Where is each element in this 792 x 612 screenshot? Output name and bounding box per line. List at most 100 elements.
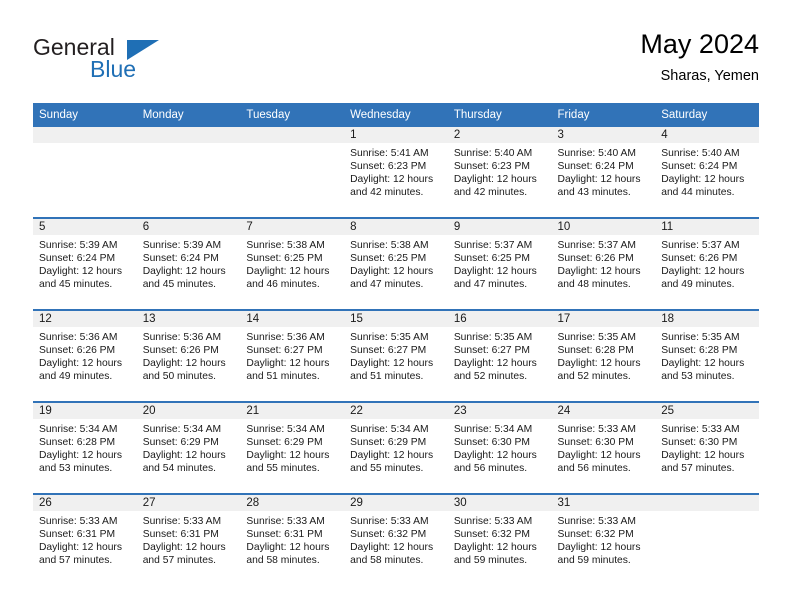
- day-cell-inner: 13 Sunrise: 5:36 AM Sunset: 6:26 PM Dayligh…: [136, 311, 241, 401]
- sunset-text: Sunset: 6:24 PM: [39, 253, 116, 265]
- day-cell-inner: 9 Sunrise: 5:37 AM Sunset: 6:25 PM Daylight…: [447, 219, 552, 309]
- day-number: [655, 495, 759, 511]
- sunset-text: Sunset: 6:24 PM: [142, 253, 219, 265]
- day-cell-details: Sunrise: 5:40 AM Sunset: 6:24 PM Daylight:…: [655, 143, 759, 199]
- day-number: 17: [551, 311, 656, 327]
- day-cell-details: Sunrise: 5:34 AM Sunset: 6:28 PM Daylight:…: [33, 419, 137, 475]
- day-number: 10: [551, 219, 656, 235]
- day-cell-details: Sunrise: 5:33 AM Sunset: 6:30 PM Daylight:…: [655, 419, 759, 475]
- day-cell-details: Sunrise: 5:33 AM Sunset: 6:31 PM Daylight:…: [240, 511, 344, 567]
- calendar-header-row: Sunday Monday Tuesday Wednesday Thursday Frid…: [33, 103, 759, 127]
- calendar-day-cell[interactable]: 28 Sunrise: 5:33 AM Sunset: 6:31 PM Dayligh…: [240, 493, 345, 585]
- general-blue-logo[interactable]: General Blue: [33, 34, 213, 90]
- day-number: 3: [551, 127, 656, 143]
- day-cell-inner: 16 Sunrise: 5:35 AM Sunset: 6:27 PM Dayligh…: [447, 311, 552, 401]
- calendar-day-cell[interactable]: 19 Sunrise: 5:34 AM Sunset: 6:28 PM Dayligh…: [33, 401, 137, 494]
- day-cell-inner: 18 Sunrise: 5:35 AM Sunset: 6:28 PM Dayligh…: [655, 311, 759, 401]
- sunrise-text: Sunrise: 5:39 AM: [39, 240, 118, 251]
- calendar-day-cell[interactable]: 13 Sunrise: 5:36 AM Sunset: 6:26 PM Dayligh…: [136, 309, 241, 402]
- day-cell-inner: 8 Sunrise: 5:38 AM Sunset: 6:25 PM Daylight…: [344, 219, 448, 309]
- daylight-text: Daylight: 12 hours and 42 minutes.: [453, 174, 537, 199]
- day-cell-details: Sunrise: 5:35 AM Sunset: 6:28 PM Daylight:…: [552, 327, 656, 383]
- calendar-day-cell[interactable]: 7 Sunrise: 5:38 AM Sunset: 6:25 PM Daylight…: [240, 217, 345, 310]
- calendar-day-cell[interactable]: 20 Sunrise: 5:34 AM Sunset: 6:29 PM Dayligh…: [136, 401, 241, 494]
- day-cell-inner: 5 Sunrise: 5:39 AM Sunset: 6:24 PM Daylight…: [33, 219, 137, 309]
- calendar-day-cell[interactable]: 11 Sunrise: 5:37 AM Sunset: 6:26 PM Dayligh…: [655, 217, 759, 310]
- sunset-text: Sunset: 6:26 PM: [142, 345, 219, 357]
- calendar-day-cell[interactable]: 22 Sunrise: 5:34 AM Sunset: 6:29 PM Dayligh…: [344, 401, 448, 494]
- day-cell-inner: 30 Sunrise: 5:33 AM Sunset: 6:32 PM Dayligh…: [447, 495, 552, 585]
- calendar-day-cell[interactable]: 24 Sunrise: 5:33 AM Sunset: 6:30 PM Dayligh…: [551, 401, 656, 494]
- calendar-day-cell[interactable]: 5 Sunrise: 5:39 AM Sunset: 6:24 PM Daylight…: [33, 217, 137, 310]
- day-cell-inner: [33, 127, 137, 217]
- day-cell-details: Sunrise: 5:33 AM Sunset: 6:32 PM Daylight:…: [448, 511, 552, 567]
- sunrise-text: Sunrise: 5:38 AM: [246, 240, 325, 251]
- daylight-text: Daylight: 12 hours and 58 minutes.: [350, 542, 434, 567]
- calendar-day-cell[interactable]: 6 Sunrise: 5:39 AM Sunset: 6:24 PM Daylight…: [136, 217, 241, 310]
- sunset-text: Sunset: 6:26 PM: [661, 253, 738, 265]
- calendar-day-cell[interactable]: 25 Sunrise: 5:33 AM Sunset: 6:30 PM Dayligh…: [655, 401, 759, 494]
- sunrise-text: Sunrise: 5:33 AM: [142, 516, 222, 527]
- daylight-text: Daylight: 12 hours and 55 minutes.: [350, 450, 434, 475]
- sunrise-text: Sunrise: 5:33 AM: [246, 516, 325, 527]
- day-number: 25: [655, 403, 759, 419]
- sunrise-text: Sunrise: 5:39 AM: [142, 240, 222, 251]
- calendar-day-cell[interactable]: 1 Sunrise: 5:41 AM Sunset: 6:23 PM Daylight…: [344, 127, 448, 218]
- sunrise-text: Sunrise: 5:35 AM: [453, 332, 533, 343]
- day-cell-details: Sunrise: 5:33 AM Sunset: 6:30 PM Daylight:…: [552, 419, 656, 475]
- day-cell-inner: 15 Sunrise: 5:35 AM Sunset: 6:27 PM Dayligh…: [344, 311, 448, 401]
- calendar-day-cell[interactable]: 15 Sunrise: 5:35 AM Sunset: 6:27 PM Dayligh…: [344, 309, 448, 402]
- calendar-day-cell[interactable]: 21 Sunrise: 5:34 AM Sunset: 6:29 PM Dayligh…: [240, 401, 345, 494]
- day-cell-details: Sunrise: 5:37 AM Sunset: 6:26 PM Daylight:…: [655, 235, 759, 291]
- calendar-day-cell[interactable]: 10 Sunrise: 5:37 AM Sunset: 6:26 PM Dayligh…: [551, 217, 656, 310]
- daylight-text: Daylight: 12 hours and 48 minutes.: [557, 266, 641, 291]
- calendar-day-cell[interactable]: 26 Sunrise: 5:33 AM Sunset: 6:31 PM Dayligh…: [33, 493, 137, 585]
- calendar-day-cell-empty: [240, 127, 345, 218]
- sunrise-text: Sunrise: 5:37 AM: [557, 240, 636, 251]
- sunset-text: Sunset: 6:32 PM: [350, 529, 427, 541]
- sunset-text: Sunset: 6:29 PM: [246, 437, 323, 449]
- daylight-text: Daylight: 12 hours and 47 minutes.: [350, 266, 434, 291]
- daylight-text: Daylight: 12 hours and 53 minutes.: [39, 450, 122, 475]
- calendar-day-cell[interactable]: 27 Sunrise: 5:33 AM Sunset: 6:31 PM Dayligh…: [136, 493, 241, 585]
- sunrise-text: Sunrise: 5:36 AM: [142, 332, 222, 343]
- calendar-day-cell[interactable]: 17 Sunrise: 5:35 AM Sunset: 6:28 PM Dayligh…: [551, 309, 656, 402]
- calendar-day-cell[interactable]: 4 Sunrise: 5:40 AM Sunset: 6:24 PM Daylight…: [655, 127, 759, 218]
- daylight-text: Daylight: 12 hours and 54 minutes.: [142, 450, 226, 475]
- calendar-day-cell[interactable]: 29 Sunrise: 5:33 AM Sunset: 6:32 PM Dayligh…: [344, 493, 448, 585]
- calendar-day-cell[interactable]: 12 Sunrise: 5:36 AM Sunset: 6:26 PM Dayligh…: [33, 309, 137, 402]
- sunrise-text: Sunrise: 5:35 AM: [350, 332, 429, 343]
- page-subtitle: Sharas, Yemen: [660, 68, 759, 84]
- day-number: 4: [655, 127, 759, 143]
- sunset-text: Sunset: 6:27 PM: [453, 345, 530, 357]
- weekday-header-wednesday: Wednesday: [344, 103, 448, 127]
- day-cell-inner: 23 Sunrise: 5:34 AM Sunset: 6:30 PM Dayligh…: [447, 403, 552, 493]
- calendar-day-cell-empty: [136, 127, 241, 218]
- sunset-text: Sunset: 6:29 PM: [142, 437, 219, 449]
- calendar-day-cell[interactable]: 31 Sunrise: 5:33 AM Sunset: 6:32 PM Dayligh…: [551, 493, 656, 585]
- page-header: General Blue May 2024 Sharas, Yemen: [33, 28, 759, 100]
- calendar-week-row: 1 Sunrise: 5:41 AM Sunset: 6:23 PM Daylight…: [33, 127, 759, 218]
- calendar-day-cell[interactable]: 8 Sunrise: 5:38 AM Sunset: 6:25 PM Daylight…: [344, 217, 448, 310]
- calendar-day-cell[interactable]: 9 Sunrise: 5:37 AM Sunset: 6:25 PM Daylight…: [447, 217, 552, 310]
- calendar-day-cell[interactable]: 23 Sunrise: 5:34 AM Sunset: 6:30 PM Dayligh…: [447, 401, 552, 494]
- day-cell-details: Sunrise: 5:34 AM Sunset: 6:29 PM Daylight:…: [137, 419, 241, 475]
- calendar-day-cell[interactable]: 16 Sunrise: 5:35 AM Sunset: 6:27 PM Dayligh…: [447, 309, 552, 402]
- day-cell-details: Sunrise: 5:36 AM Sunset: 6:27 PM Daylight:…: [240, 327, 344, 383]
- day-cell-details: Sunrise: 5:35 AM Sunset: 6:28 PM Daylight:…: [655, 327, 759, 383]
- calendar-day-cell[interactable]: 3 Sunrise: 5:40 AM Sunset: 6:24 PM Daylight…: [551, 127, 656, 218]
- sunset-text: Sunset: 6:27 PM: [350, 345, 427, 357]
- day-cell-inner: 21 Sunrise: 5:34 AM Sunset: 6:29 PM Dayligh…: [240, 403, 345, 493]
- calendar-day-cell[interactable]: 30 Sunrise: 5:33 AM Sunset: 6:32 PM Dayligh…: [447, 493, 552, 585]
- sunset-text: Sunset: 6:28 PM: [557, 345, 634, 357]
- sunset-text: Sunset: 6:32 PM: [453, 529, 530, 541]
- calendar-day-cell[interactable]: 18 Sunrise: 5:35 AM Sunset: 6:28 PM Dayligh…: [655, 309, 759, 402]
- daylight-text: Daylight: 12 hours and 53 minutes.: [661, 358, 745, 383]
- day-number: 8: [344, 219, 448, 235]
- calendar-body: 1 Sunrise: 5:41 AM Sunset: 6:23 PM Daylight…: [33, 127, 759, 585]
- calendar-day-cell[interactable]: 2 Sunrise: 5:40 AM Sunset: 6:23 PM Daylight…: [447, 127, 552, 218]
- calendar-day-cell[interactable]: 14 Sunrise: 5:36 AM Sunset: 6:27 PM Dayligh…: [240, 309, 345, 402]
- day-number: 12: [33, 311, 137, 327]
- sunrise-text: Sunrise: 5:38 AM: [350, 240, 429, 251]
- weekday-header-thursday: Thursday: [447, 103, 552, 127]
